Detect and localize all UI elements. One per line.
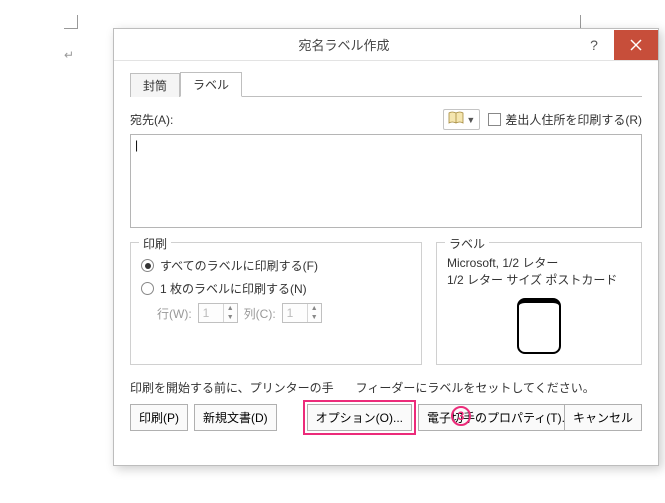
chevron-up-icon: ▲: [224, 304, 237, 313]
labels-dialog: 宛名ラベル作成 ? 封筒 ラベル 宛先(A):: [113, 28, 659, 466]
tab-envelope[interactable]: 封筒: [130, 73, 180, 97]
row-label: 行(W):: [157, 305, 192, 322]
address-book-button[interactable]: ▼: [443, 109, 480, 130]
new-document-button[interactable]: 新規文書(D): [194, 404, 277, 431]
col-value: 1: [287, 306, 294, 320]
chevron-down-icon: ▼: [308, 313, 321, 322]
col-spinner[interactable]: 1 ▲▼: [282, 303, 322, 323]
row-value: 1: [203, 306, 210, 320]
cancel-button[interactable]: キャンセル: [564, 404, 642, 431]
radio-single-label[interactable]: [141, 282, 154, 295]
annotation-badge-3: 3: [451, 406, 471, 426]
book-icon: [448, 111, 464, 128]
label-group: ラベル Microsoft, 1/2 レター 1/2 レター サイズ ポストカー…: [436, 242, 642, 365]
close-icon: [630, 39, 642, 51]
row-spinner[interactable]: 1 ▲▼: [198, 303, 238, 323]
eproperties-button[interactable]: 電子切手のプロパティ(T)...: [418, 404, 581, 431]
text-cursor: |: [135, 138, 138, 152]
address-label: 宛先(A):: [130, 111, 173, 128]
tabs-bar: 封筒 ラベル: [130, 73, 642, 97]
print-group-title: 印刷: [139, 235, 171, 252]
tab-label[interactable]: ラベル: [180, 72, 242, 97]
ruler-corner-left: [64, 15, 78, 29]
instruction-text: 印刷を開始する前に、プリンターの手フィーダーにラベルをセットしてください。: [130, 379, 642, 396]
print-button[interactable]: 印刷(P): [130, 404, 188, 431]
dialog-title: 宛名ラベル作成: [114, 35, 574, 54]
radio-all-labels[interactable]: [141, 259, 154, 272]
pilcrow-mark: ↵: [64, 48, 74, 62]
ruler-corner-right: [580, 15, 594, 29]
chevron-down-icon: ▼: [224, 313, 237, 322]
chevron-up-icon: ▲: [308, 304, 321, 313]
label-info-line1: Microsoft, 1/2 レター: [447, 255, 631, 272]
print-group: 印刷 すべてのラベルに印刷する(F) 1 枚のラベルに印刷する(N) 行(W):…: [130, 242, 422, 365]
radio-single-label-label: 1 枚のラベルに印刷する(N): [160, 280, 307, 297]
label-group-title: ラベル: [445, 235, 489, 252]
address-textarea[interactable]: |: [130, 134, 642, 228]
label-info-line2: 1/2 レター サイズ ポストカード: [447, 272, 631, 289]
help-button[interactable]: ?: [574, 30, 614, 60]
radio-all-labels-label: すべてのラベルに印刷する(F): [160, 257, 318, 274]
titlebar: 宛名ラベル作成 ?: [114, 29, 658, 61]
return-address-label: 差出人住所を印刷する(R): [505, 111, 642, 128]
col-label: 列(C):: [244, 305, 276, 322]
label-preview-icon: [517, 298, 561, 354]
chevron-down-icon: ▼: [466, 115, 475, 125]
close-button[interactable]: [614, 30, 658, 60]
return-address-checkbox[interactable]: [488, 113, 501, 126]
options-button[interactable]: オプション(O)...: [307, 404, 412, 431]
